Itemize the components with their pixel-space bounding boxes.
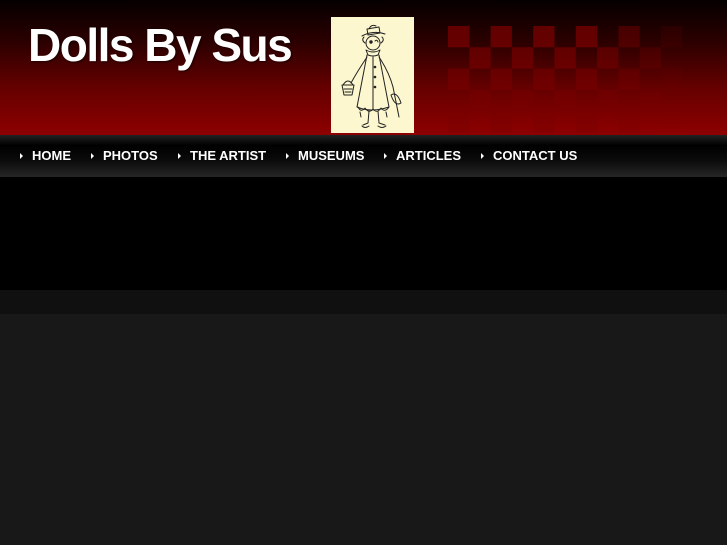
triangle-bullet-icon xyxy=(91,153,94,159)
checker-square xyxy=(618,111,640,133)
nav-item-label[interactable]: CONTACT US xyxy=(493,148,577,163)
nav-item-photos[interactable]: PHOTOS xyxy=(91,148,158,164)
checker-square xyxy=(575,111,598,133)
nav-item-museums[interactable]: MUSEUMS xyxy=(286,148,364,164)
checker-square xyxy=(618,26,640,48)
doll-sketch-icon[interactable] xyxy=(331,17,414,133)
checker-square xyxy=(639,89,661,112)
checker-square xyxy=(661,26,683,48)
checker-square xyxy=(490,111,512,133)
checker-square xyxy=(490,26,512,48)
banner-area xyxy=(0,177,727,290)
nav-item-label[interactable]: PHOTOS xyxy=(103,148,158,163)
checker-square xyxy=(533,68,555,90)
main-navigation: HOME PHOTOS THE ARTIST MUSEUMS ARTICLES … xyxy=(0,135,727,177)
nav-item-label[interactable]: MUSEUMS xyxy=(298,148,364,163)
nav-item-articles[interactable]: ARTICLES xyxy=(384,148,461,164)
checker-square xyxy=(469,89,491,112)
site-title[interactable]: Dolls By Sus xyxy=(28,18,293,72)
checker-square xyxy=(554,47,576,69)
nav-item-label[interactable]: HOME xyxy=(32,148,71,163)
checker-square xyxy=(597,89,619,112)
divider-strip xyxy=(0,290,727,314)
triangle-bullet-icon xyxy=(384,153,387,159)
main-content xyxy=(0,314,727,545)
nav-item-home[interactable]: HOME xyxy=(20,148,71,164)
checker-square xyxy=(448,111,470,133)
site-header: Dolls By Sus xyxy=(0,0,727,135)
checker-square xyxy=(533,111,555,133)
checker-square xyxy=(661,68,683,90)
checker-square xyxy=(511,47,534,69)
checker-square xyxy=(661,111,683,133)
checker-square xyxy=(575,68,598,90)
checker-square xyxy=(448,68,470,90)
nav-item-contact-us[interactable]: CONTACT US xyxy=(481,148,577,164)
checker-square xyxy=(533,26,555,48)
nav-item-label[interactable]: ARTICLES xyxy=(396,148,461,163)
triangle-bullet-icon xyxy=(20,153,23,159)
checker-square xyxy=(575,26,598,48)
checker-square xyxy=(511,89,534,112)
checker-square xyxy=(597,47,619,69)
triangle-bullet-icon xyxy=(178,153,181,159)
checker-square xyxy=(554,89,576,112)
checker-square xyxy=(448,26,470,48)
checker-square xyxy=(469,47,491,69)
checker-square xyxy=(490,68,512,90)
triangle-bullet-icon xyxy=(286,153,289,159)
triangle-bullet-icon xyxy=(481,153,484,159)
nav-item-the-artist[interactable]: THE ARTIST xyxy=(178,148,266,164)
checker-square xyxy=(618,68,640,90)
nav-item-label[interactable]: THE ARTIST xyxy=(190,148,266,163)
checker-square xyxy=(639,47,661,69)
